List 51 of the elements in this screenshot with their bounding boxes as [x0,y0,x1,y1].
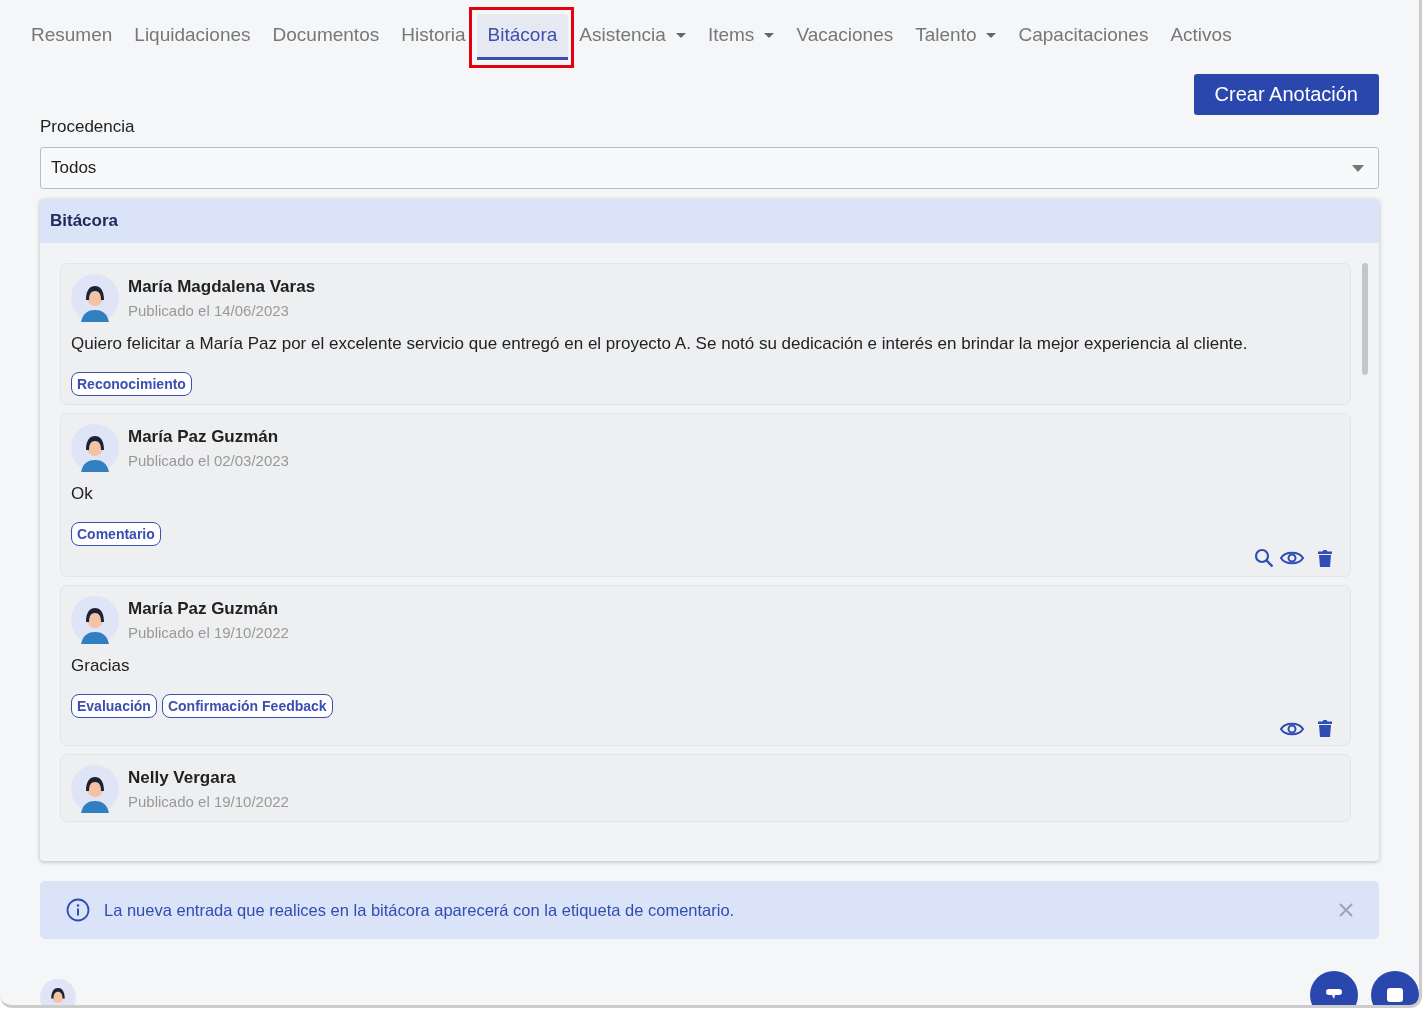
nav-tab[interactable]: Talento [904,14,1008,60]
caret-icon [1352,164,1364,172]
scrollbar-thumb[interactable] [1362,263,1368,375]
search-icon[interactable] [1254,548,1274,568]
caret-icon [675,32,686,38]
author-name: Nelly Vergara [128,768,237,788]
tag-badge: Confirmación Feedback [161,694,333,718]
panel-title: Bitácora [50,211,119,231]
messenger-button[interactable] [1371,971,1419,1005]
nav-tab[interactable]: Items [696,14,786,60]
info-icon [66,898,90,922]
entry-text: Ok [71,484,94,504]
tag-badge: Reconocimiento [71,372,192,396]
post-date: Publicado el 19/10/2022 [128,624,289,641]
tag-badge: Evaluación [71,694,157,718]
avatar-icon [71,596,119,644]
nav-tab[interactable]: Activos [1159,14,1243,60]
create-note-button[interactable]: Crear Anotación [1193,74,1379,115]
nav-tab[interactable]: Capacitaciones [1007,14,1160,60]
speech-bubble-icon [1326,989,1342,1001]
eye-icon[interactable] [1280,550,1304,566]
nav-tab[interactable]: Asistencia [568,14,697,60]
nav-tab[interactable]: Liquidaciones [123,14,262,60]
trash-icon[interactable] [1318,720,1332,737]
caret-icon [986,32,997,38]
avatar-icon [71,274,119,322]
caret-icon [764,32,775,38]
field-label: Procedencia [40,117,136,137]
author-name: María Paz Guzmán [128,599,280,619]
post-date: Publicado el 19/10/2022 [128,793,289,810]
nav-tab[interactable]: Resumen [20,14,124,60]
post-date: Publicado el 14/06/2023 [128,302,290,319]
post-date: Publicado el 02/03/2023 [128,452,289,469]
chat-button[interactable] [1310,971,1358,1005]
eye-icon[interactable] [1280,720,1304,737]
source-select[interactable]: Todos [40,147,1379,189]
nav-tab[interactable]: Historia [390,14,477,60]
entry-text: Gracias [71,656,131,676]
alert-text: La nueva entrada que realices en la bitácora aparecerá con la etiqueta de comentario. [104,900,736,920]
entry-text: Quiero felicitar a María Paz por el excelente servicio que entregó en el proyecto A. Se notó su dedicación e interés en brindar la mejor experiencia al cliente. [71,334,1249,354]
trash-icon[interactable] [1318,549,1332,567]
avatar-icon [71,424,119,472]
nav-tab[interactable]: Documentos [261,14,391,60]
message-icon [1387,988,1403,1002]
author-name: María Magdalena Varas [128,277,316,297]
avatar-icon[interactable] [40,979,76,1005]
avatar-icon [71,765,119,813]
nav-tab[interactable]: Vacaciones [785,14,905,60]
author-name: María Paz Guzmán [128,427,280,447]
nav-tab[interactable]: Bitácora [476,14,569,60]
tag-badge: Comentario [71,522,161,546]
